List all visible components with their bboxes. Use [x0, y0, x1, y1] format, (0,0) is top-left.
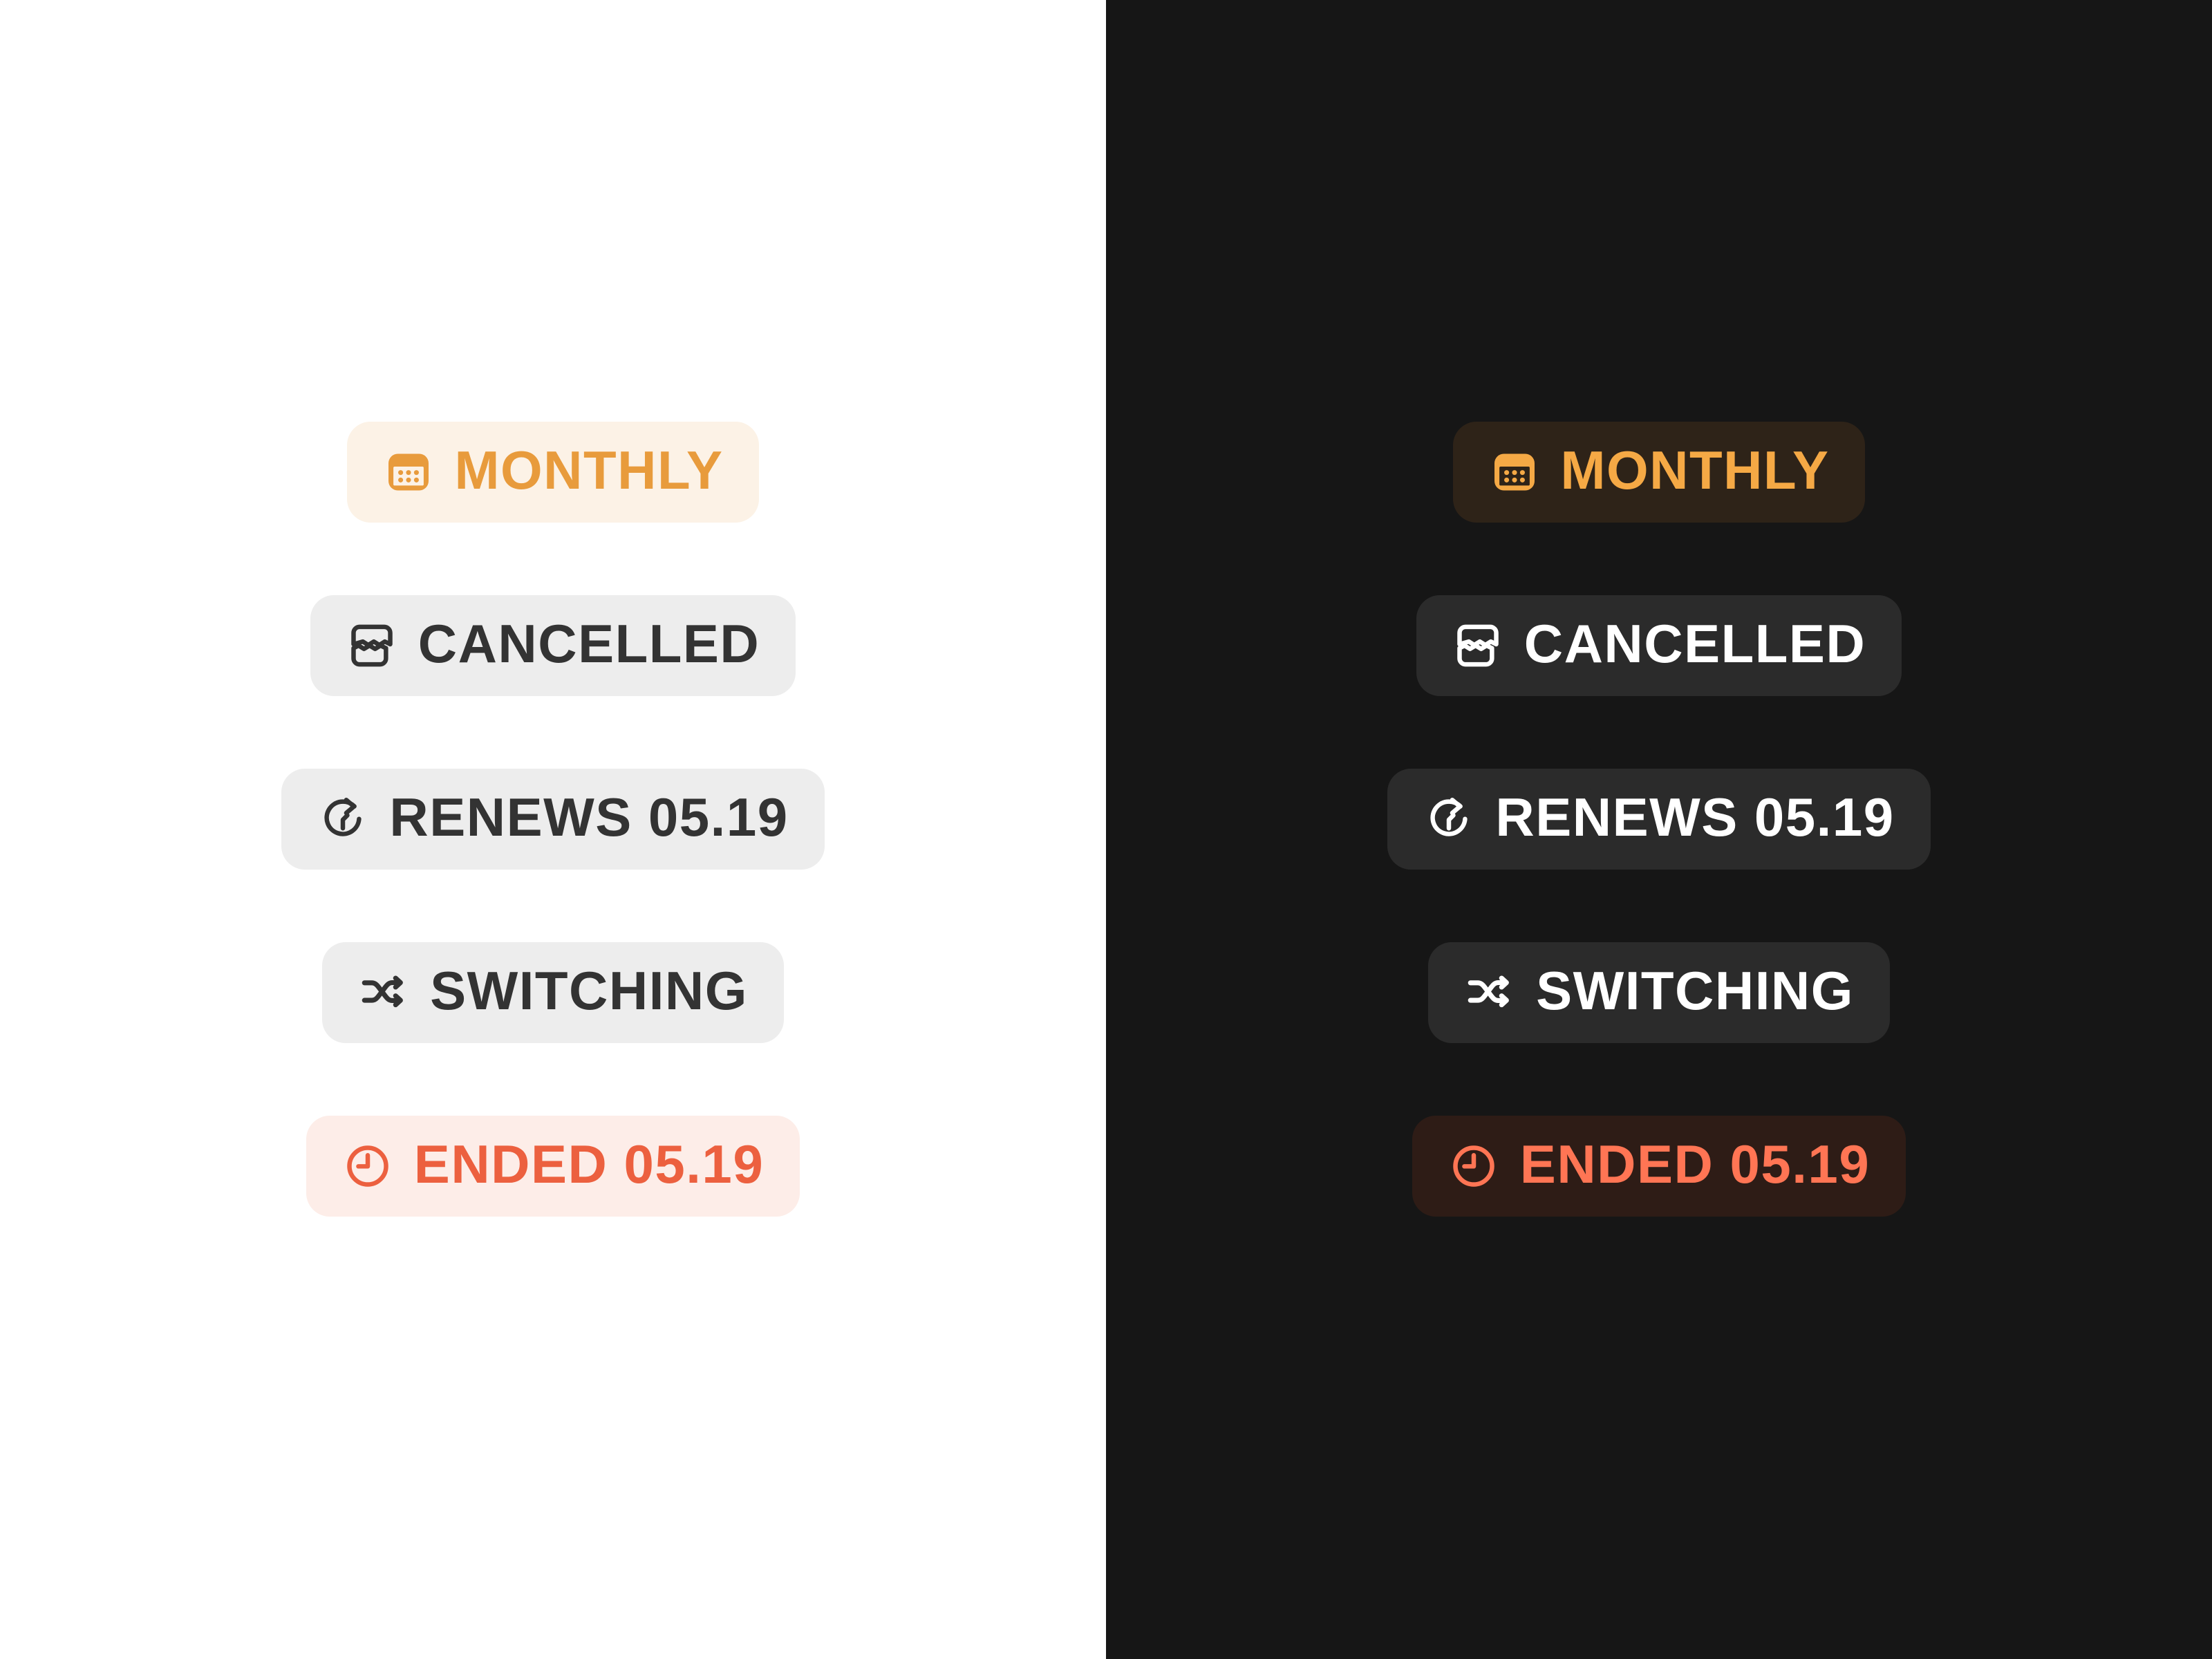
badge-label: ENDED 05.19 [1519, 1134, 1871, 1194]
badge-label: MONTHLY [454, 440, 724, 500]
badge-switching-dark[interactable]: SWITCHING [1428, 942, 1890, 1043]
shuffle-icon [1464, 967, 1515, 1018]
badge-label: SWITCHING [1536, 960, 1854, 1021]
renew-clock-icon [1423, 794, 1474, 845]
calendar-icon [383, 447, 434, 498]
shuffle-icon [358, 967, 409, 1018]
calendar-icon [1489, 447, 1540, 498]
renew-clock-icon [317, 794, 368, 845]
badge-cancelled-light[interactable]: CANCELLED [310, 595, 796, 696]
light-theme-panel: MONTHLY CANCELLED RENEWS 05.19 SWITCHING… [0, 0, 1106, 1659]
badge-label: RENEWS 05.19 [1495, 787, 1895, 847]
badge-monthly-dark[interactable]: MONTHLY [1452, 422, 1866, 523]
clock-icon [342, 1141, 393, 1192]
badge-switching-light[interactable]: SWITCHING [322, 942, 784, 1043]
badge-label: RENEWS 05.19 [389, 787, 789, 847]
badge-ended-dark[interactable]: ENDED 05.19 [1412, 1116, 1906, 1217]
badge-label: CANCELLED [1524, 613, 1866, 674]
badge-label: CANCELLED [418, 613, 760, 674]
badge-ended-light[interactable]: ENDED 05.19 [306, 1116, 800, 1217]
badge-monthly-light[interactable]: MONTHLY [346, 422, 760, 523]
badge-label: MONTHLY [1560, 440, 1830, 500]
dark-theme-panel: MONTHLY CANCELLED RENEWS 05.19 SWITCHING… [1106, 0, 2212, 1659]
badge-showcase: MONTHLY CANCELLED RENEWS 05.19 SWITCHING… [0, 0, 2212, 1659]
badge-label: ENDED 05.19 [413, 1134, 765, 1194]
badge-stack-dark: MONTHLY CANCELLED RENEWS 05.19 SWITCHING… [1387, 422, 1931, 1217]
badge-stack-light: MONTHLY CANCELLED RENEWS 05.19 SWITCHING… [281, 422, 825, 1217]
badge-cancelled-dark[interactable]: CANCELLED [1416, 595, 1902, 696]
clock-icon [1448, 1141, 1499, 1192]
badge-renews-light[interactable]: RENEWS 05.19 [281, 769, 825, 870]
torn-document-icon [1452, 620, 1503, 671]
badge-renews-dark[interactable]: RENEWS 05.19 [1387, 769, 1931, 870]
badge-label: SWITCHING [430, 960, 748, 1021]
torn-document-icon [346, 620, 397, 671]
